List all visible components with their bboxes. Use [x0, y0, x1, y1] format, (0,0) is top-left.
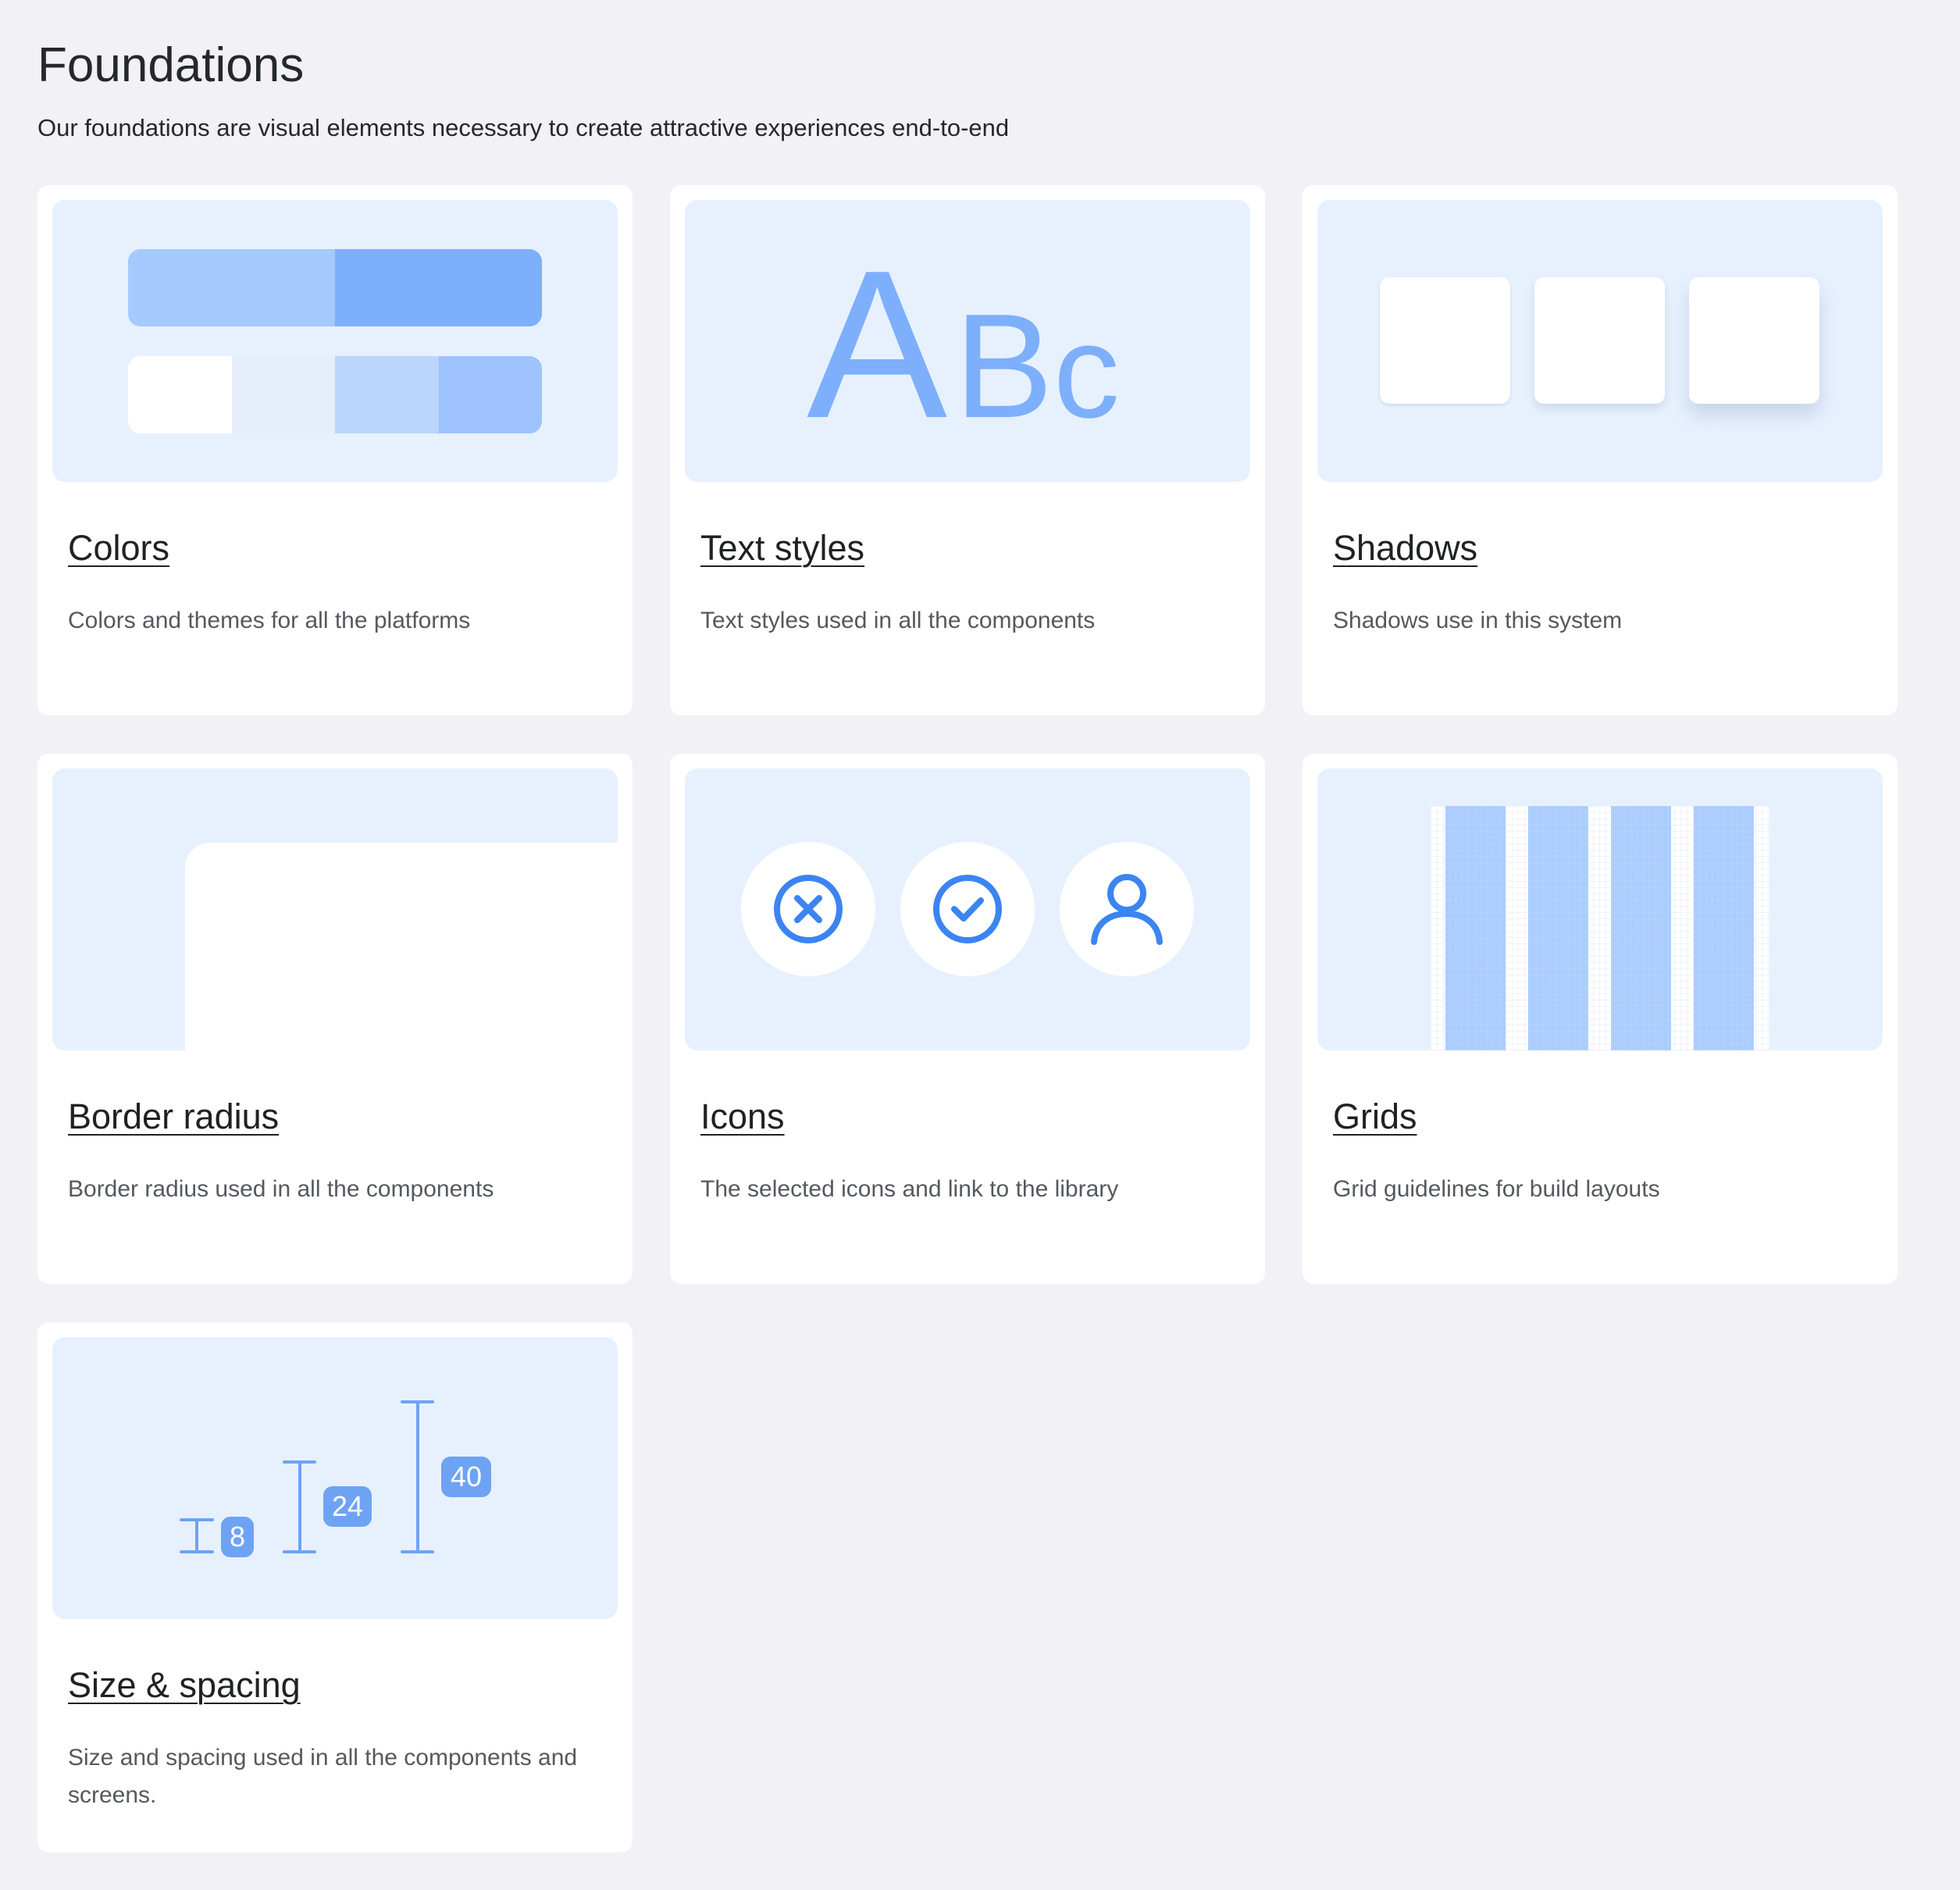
border-radius-thumbnail [52, 768, 618, 1050]
rounded-corner-panel [185, 843, 618, 1050]
shadow-square-small [1380, 277, 1510, 404]
check-circle-icon [933, 875, 1002, 943]
card-title-text-styles[interactable]: Text styles [700, 526, 864, 571]
shadows-thumbnail [1317, 200, 1883, 482]
card-title-colors[interactable]: Colors [68, 526, 169, 571]
glyph-a: A [807, 227, 948, 462]
foundations-grid: Colors Colors and themes for all the pla… [37, 185, 1898, 1853]
card-grids[interactable]: Grids Grid guidelines for build layouts [1303, 754, 1898, 1284]
grid-columns-icon [1431, 806, 1769, 1050]
card-icons[interactable]: Icons The selected icons and link to the… [670, 754, 1265, 1284]
card-border-radius[interactable]: Border radius Border radius used in all … [37, 754, 633, 1284]
spacing-markers-icon: 8 24 40 [180, 1400, 491, 1557]
text-styles-thumbnail: A B c [685, 200, 1250, 482]
card-desc-border-radius: Border radius used in all the components [68, 1176, 494, 1202]
close-circle-icon-wrap [741, 842, 875, 976]
card-title-border-radius[interactable]: Border radius [68, 1094, 279, 1139]
page-title: Foundations [37, 38, 305, 92]
colors-thumbnail [52, 200, 618, 482]
abc-glyphs-icon: A B c [807, 227, 1120, 462]
size-label-8: 8 [230, 1521, 245, 1553]
grids-thumbnail [1317, 768, 1883, 1050]
user-icon [1091, 874, 1163, 945]
card-text-styles[interactable]: A B c Text styles Text styles used in al… [670, 185, 1265, 715]
icons-thumbnail [685, 768, 1250, 1050]
close-circle-icon [774, 875, 843, 943]
card-desc-text-styles: Text styles used in all the components [700, 608, 1096, 633]
card-title-grids[interactable]: Grids [1333, 1094, 1417, 1139]
shadow-square-medium [1534, 277, 1665, 404]
size-spacing-thumbnail: 8 24 40 [52, 1337, 618, 1619]
color-bar-primary [128, 249, 542, 326]
card-shadows[interactable]: Shadows Shadows use in this system [1303, 185, 1898, 715]
card-title-shadows[interactable]: Shadows [1333, 526, 1477, 571]
page-subtitle: Our foundations are visual elements nece… [37, 114, 1010, 141]
card-desc-size-spacing: Size and spacing used in all the compone… [68, 1745, 578, 1808]
card-desc-colors: Colors and themes for all the platforms [68, 608, 471, 633]
card-desc-icons: The selected icons and link to the libra… [700, 1176, 1119, 1202]
card-desc-grids: Grid guidelines for build layouts [1333, 1176, 1660, 1202]
user-icon-wrap [1060, 842, 1194, 976]
color-bar-scale [128, 356, 542, 433]
card-title-size-spacing[interactable]: Size & spacing [68, 1663, 301, 1708]
size-label-40: 40 [451, 1460, 482, 1492]
card-size-spacing[interactable]: 8 24 40 Size & spacing Size and spacing … [37, 1322, 633, 1853]
card-colors[interactable]: Colors Colors and themes for all the pla… [37, 185, 633, 715]
check-circle-icon-wrap [900, 842, 1035, 976]
glyph-c: c [1053, 298, 1120, 446]
size-label-24: 24 [332, 1490, 363, 1522]
card-title-icons[interactable]: Icons [700, 1094, 785, 1139]
glyph-b: B [954, 284, 1053, 449]
shadow-square-large [1689, 277, 1819, 404]
card-desc-shadows: Shadows use in this system [1333, 608, 1623, 633]
